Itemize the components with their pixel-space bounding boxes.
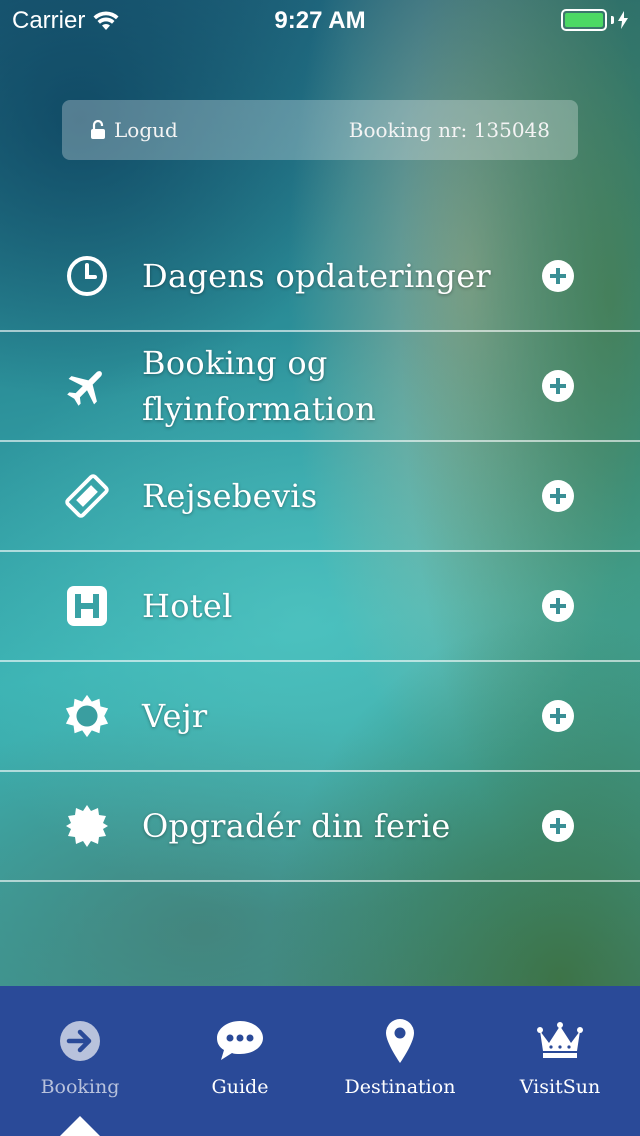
menu-item-upgrade-holiday[interactable]: Opgradér din ferie <box>0 772 640 882</box>
menu-item-hotel[interactable]: Hotel <box>0 552 640 662</box>
battery-icon <box>561 9 607 31</box>
menu-item-label: Rejsebevis <box>142 477 318 515</box>
tab-guide[interactable]: Guide <box>160 986 320 1136</box>
tab-label: Destination <box>344 1076 456 1098</box>
sun-icon <box>64 693 110 739</box>
chat-bubble-icon <box>215 1016 265 1066</box>
active-tab-indicator <box>60 1116 100 1136</box>
arrow-circle-icon <box>55 1016 105 1066</box>
airplane-icon <box>64 363 110 409</box>
menu-item-booking-flight[interactable]: Booking og flyinformation <box>0 332 640 442</box>
menu-item-label: Booking og flyinformation <box>142 344 376 428</box>
menu-item-travel-document[interactable]: Rejsebevis <box>0 442 640 552</box>
logout-label: Logud <box>114 118 178 142</box>
tab-bar: Booking Guide Destination VisitSun <box>0 986 640 1136</box>
expand-plus-icon[interactable] <box>542 260 574 292</box>
clock-icon <box>64 253 110 299</box>
status-bar: Carrier 9:27 AM <box>0 0 640 40</box>
account-bar: Logud Booking nr: 135048 <box>62 100 578 160</box>
battery-indicator <box>561 9 628 31</box>
badge-icon <box>64 803 110 849</box>
unlock-icon <box>91 120 105 139</box>
main-menu: Dagens opdateringer Booking og flyinform… <box>0 222 640 882</box>
map-pin-icon <box>375 1016 425 1066</box>
booking-number: Booking nr: 135048 <box>348 118 550 142</box>
tab-label: VisitSun <box>519 1076 601 1098</box>
menu-item-label: Vejr <box>142 697 208 735</box>
clock-time: 9:27 AM <box>274 7 366 34</box>
expand-plus-icon[interactable] <box>542 480 574 512</box>
crown-icon <box>535 1016 585 1066</box>
charging-bolt-icon <box>618 11 628 29</box>
tab-visitsun[interactable]: VisitSun <box>480 986 640 1136</box>
expand-plus-icon[interactable] <box>542 810 574 842</box>
logout-button[interactable]: Logud <box>90 118 178 142</box>
tab-destination[interactable]: Destination <box>320 986 480 1136</box>
tab-label: Booking <box>40 1076 120 1098</box>
menu-item-weather[interactable]: Vejr <box>0 662 640 772</box>
expand-plus-icon[interactable] <box>542 370 574 402</box>
ticket-icon <box>64 473 110 519</box>
menu-item-daily-updates[interactable]: Dagens opdateringer <box>0 222 640 332</box>
menu-item-label: Opgradér din ferie <box>142 807 451 845</box>
menu-item-label: Dagens opdateringer <box>142 257 492 295</box>
expand-plus-icon[interactable] <box>542 700 574 732</box>
menu-item-label: Hotel <box>142 587 233 625</box>
expand-plus-icon[interactable] <box>542 590 574 622</box>
tab-label: Guide <box>211 1076 269 1098</box>
tab-booking[interactable]: Booking <box>0 986 160 1136</box>
hotel-icon <box>64 583 110 629</box>
